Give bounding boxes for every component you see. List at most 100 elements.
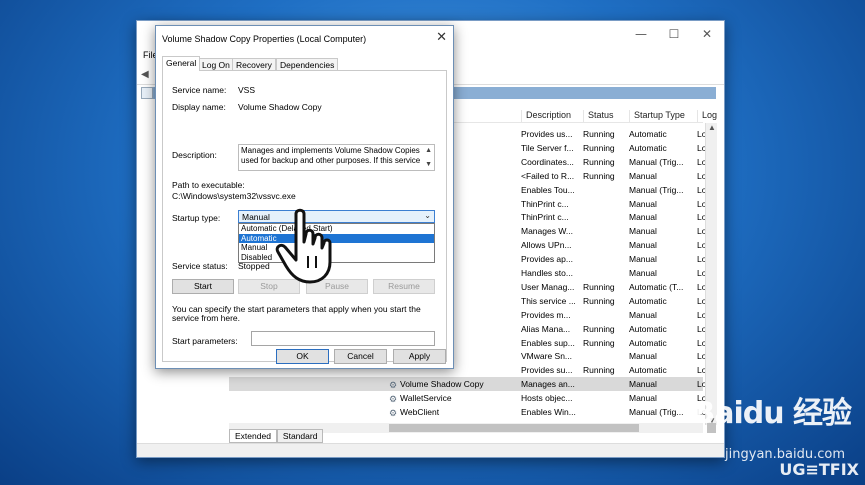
cell-description: This service ... [521, 296, 581, 306]
cell-text: Automatic [629, 129, 667, 139]
resume-button[interactable]: Resume [373, 279, 435, 294]
desktop: { "services_window": { "menu_file": "Fil… [0, 0, 865, 485]
cell-text: Running [583, 142, 615, 153]
cell-startup: Automatic [629, 324, 695, 334]
cell-text: Automatic [629, 295, 667, 306]
tab-general[interactable]: General [162, 56, 201, 71]
cell-description: Provides m... [521, 310, 581, 320]
cell-text: Alias Mana... [521, 323, 571, 334]
start-params-input[interactable] [251, 331, 435, 346]
display-name-value: Volume Shadow Copy [238, 102, 322, 112]
cell-text: Manual [629, 170, 657, 181]
cell-text: Manual [629, 268, 657, 278]
dialog-close-icon[interactable]: ✕ [436, 30, 447, 45]
tab-extended[interactable]: Extended [229, 429, 277, 443]
cell-text: VMware Sn... [521, 351, 573, 362]
column-header-startup-type[interactable]: Startup Type [629, 110, 685, 122]
cell-description: <Failed to R... [521, 171, 581, 181]
column-header-log-on[interactable]: Log [697, 110, 717, 122]
cell-text: Manual (Trig... [629, 156, 684, 167]
properties-dialog: Volume Shadow Copy Properties (Local Com… [155, 25, 454, 369]
description-label: Description: [172, 150, 217, 160]
description-text: Manages and implements Volume Shadow Cop… [241, 146, 421, 165]
scroll-up-icon[interactable]: ▲ [708, 123, 716, 132]
cell-description: Handles sto... [521, 268, 581, 278]
cell-startup: Manual [629, 240, 695, 250]
cell-description: Provides ap... [521, 254, 581, 264]
cell-text: Manual (Trig... [629, 407, 684, 417]
cell-status: Running [583, 296, 628, 306]
display-name-label: Display name: [172, 102, 226, 112]
cell-description: Provides us... [521, 129, 581, 139]
cell-text: <Failed to R... [521, 170, 575, 181]
description-box[interactable]: Manages and implements Volume Shadow Cop… [238, 144, 435, 171]
cell-description: Tile Server f... [521, 143, 581, 153]
cell-text: Manual [629, 379, 657, 390]
cell-description: Enables Win... [521, 407, 581, 417]
ugetfix-logo: UG≡TFIX [779, 460, 859, 479]
cell-text: Enables sup... [521, 337, 575, 348]
scroll-up-icon[interactable]: ▲ [425, 146, 432, 156]
cell-text: Running [583, 129, 615, 139]
minimize-button[interactable]: — [634, 27, 648, 41]
cell-name: ⚙ Volume Shadow Copy [389, 379, 519, 390]
close-button[interactable]: ✕ [700, 27, 714, 41]
cell-text: Hosts objec... [521, 393, 573, 404]
cell-text: WalletService [400, 393, 452, 404]
cell-startup: Manual [629, 171, 695, 181]
cell-text: Manual [629, 351, 657, 362]
cell-text: Manual [629, 240, 657, 251]
column-header-description[interactable]: Description [521, 110, 571, 122]
services-tree-icon[interactable] [141, 87, 153, 99]
cancel-button[interactable]: Cancel [334, 349, 387, 364]
path-value: C:\Windows\system32\vssvc.exe [172, 191, 296, 201]
cell-description: Coordinates... [521, 157, 581, 167]
ok-button[interactable]: OK [276, 349, 329, 364]
cell-description: VMware Sn... [521, 351, 581, 361]
cell-text: Provides ap... [521, 254, 573, 265]
cell-description: Manages an... [521, 379, 581, 389]
cell-startup: Automatic [629, 296, 695, 306]
cell-startup: Manual [629, 212, 695, 222]
cell-description: Enables Tou... [521, 185, 581, 195]
cell-startup: Manual [629, 310, 695, 320]
hand-pointer-icon [275, 208, 332, 284]
cell-text: Provides su... [521, 365, 573, 376]
table-row[interactable]: ⚙ WalletService Hosts objec... Manual Loc [229, 391, 711, 405]
cell-startup: Manual [629, 254, 695, 264]
scroll-down-icon[interactable]: ▼ [425, 160, 432, 170]
cell-status: Running [583, 365, 628, 375]
cell-text: User Manag... [521, 281, 575, 292]
cell-text: Running [583, 295, 615, 306]
cell-text: Manual [629, 212, 657, 223]
startup-type-value: Manual [242, 212, 270, 222]
cell-text: Manual [629, 226, 657, 237]
cell-name: ⚙ WebClient [389, 407, 519, 418]
cell-description: Provides su... [521, 365, 581, 375]
back-arrow-icon[interactable]: ◀ [141, 69, 153, 81]
cell-startup: Automatic (T... [629, 282, 695, 292]
cell-description: Alias Mana... [521, 324, 581, 334]
start-button[interactable]: Start [172, 279, 234, 294]
cell-status: Running [583, 338, 628, 348]
apply-button[interactable]: Apply [393, 349, 446, 364]
horizontal-scrollbar-thumb[interactable] [389, 424, 639, 432]
table-row[interactable]: ⚙ Volume Shadow Copy Manages an... Manual Lo… [229, 377, 711, 392]
cell-text: Automatic [629, 142, 667, 153]
gear-icon: ⚙ [389, 408, 398, 418]
startup-type-label: Startup type: [172, 213, 221, 223]
column-header-status[interactable]: Status [583, 110, 614, 122]
cell-startup: Manual [629, 226, 695, 236]
cell-startup: Manual [629, 199, 695, 209]
tab-standard[interactable]: Standard [276, 429, 324, 443]
cell-text: Manual [629, 198, 657, 209]
cell-description: ThinPrint c... [521, 199, 581, 209]
table-row[interactable]: ⚙ WebClient Enables Win... Manual (Trig... L… [229, 405, 711, 419]
cell-text: Manages W... [521, 226, 573, 237]
cell-startup: Manual [629, 393, 695, 403]
cell-text: This service ... [521, 295, 576, 306]
cell-startup: Manual [629, 268, 695, 278]
service-status-label: Service status: [172, 261, 228, 271]
maximize-button[interactable]: ☐ [667, 27, 681, 41]
vertical-scrollbar[interactable]: ▲ ▼ [705, 123, 717, 433]
